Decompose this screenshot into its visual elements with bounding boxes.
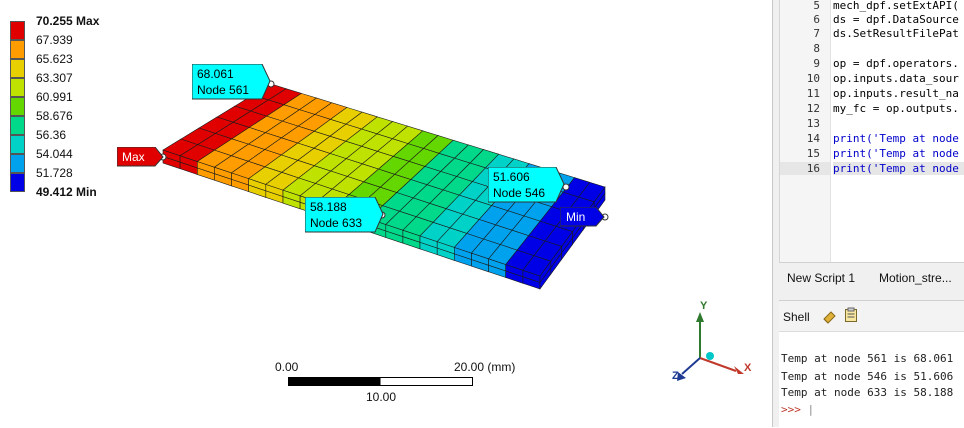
scale-end-label: 20.00 (mm) <box>454 360 516 374</box>
scripting-panel: 5 mech_dpf.setExtAPI( 6 ds = dpf.DataSou… <box>772 0 964 428</box>
legend-swatch <box>10 135 25 154</box>
probe-value: 68.061 <box>197 67 234 81</box>
code-line[interactable]: ds.SetResultFilePat <box>833 27 959 40</box>
code-line[interactable]: op.inputs.result_na <box>833 87 959 100</box>
shell-panel: Shell Temp at node 561 is 68.061 Temp at… <box>779 300 964 428</box>
scale-start-label: 0.00 <box>275 360 299 374</box>
code-line-current[interactable]: print('Temp at node <box>833 162 964 175</box>
legend-level: 65.623 <box>36 52 73 66</box>
legend-level: 60.991 <box>36 90 73 104</box>
line-number: 9 <box>813 57 820 70</box>
line-number: 8 <box>813 42 820 55</box>
legend-swatch <box>10 59 25 78</box>
probe-label-node-561[interactable]: 68.061 Node 561 <box>192 64 272 100</box>
scale-mid-label: 10.00 <box>366 390 397 404</box>
axis-triad-graphic <box>677 312 744 381</box>
graphics-viewport[interactable]: 70.255 Max 67.939 65.623 63.307 60.991 5… <box>0 0 772 427</box>
line-number: 10 <box>806 72 820 85</box>
probe-label-node-633[interactable]: 58.188 Node 633 <box>305 197 387 233</box>
max-tag-label: Max <box>122 150 145 164</box>
legend-swatch <box>10 78 25 97</box>
legend-swatch <box>10 116 25 135</box>
scale-bar: 0.00 20.00 (mm) 10.00 <box>275 360 520 410</box>
shell-output-line: Temp at node 561 is 68.061 <box>781 352 954 365</box>
shell-output-line: Temp at node 633 is 58.188 <box>781 386 954 399</box>
line-number: 6 <box>813 13 820 26</box>
axis-x-label: X <box>744 362 752 374</box>
line-number: 12 <box>806 102 820 115</box>
tab-motion-stre[interactable]: Motion_stre... <box>879 271 952 285</box>
eraser-icon[interactable] <box>821 308 837 324</box>
line-number: 11 <box>806 87 820 100</box>
line-number: 15 <box>806 147 820 160</box>
legend-swatch <box>10 21 25 40</box>
probe-node: Node 561 <box>197 83 250 97</box>
code-line[interactable]: my_fc = op.outputs. <box>833 102 959 115</box>
line-number-current: 16 <box>780 162 830 175</box>
legend-level: 63.307 <box>36 71 73 85</box>
legend-swatch <box>10 97 25 116</box>
shell-title: Shell <box>783 310 810 324</box>
axis-triad: Y X Z <box>664 298 764 393</box>
min-tag-label: Min <box>566 210 586 224</box>
clipboard-icon[interactable] <box>843 307 859 323</box>
probe-label-node-546[interactable]: 51.606 Node 546 <box>488 167 568 203</box>
line-number: 7 <box>813 27 820 40</box>
shell-input-line[interactable]: >>> | <box>781 403 814 416</box>
probe-value: 58.188 <box>310 200 347 214</box>
probe-node: Node 633 <box>310 216 363 230</box>
legend-swatch <box>10 154 25 173</box>
code-line[interactable]: ds = dpf.DataSource <box>833 13 959 26</box>
shell-header: Shell <box>779 301 964 332</box>
legend-level: 54.044 <box>36 147 73 161</box>
legend-level: 56.36 <box>36 128 67 142</box>
code-line[interactable]: op.inputs.data_sour <box>833 72 959 85</box>
legend-min-label: 49.412 Min <box>36 185 97 199</box>
axis-z-label: Z <box>672 370 679 382</box>
legend-level: 67.939 <box>36 33 73 47</box>
line-number: 5 <box>813 0 820 12</box>
code-line[interactable]: print('Temp at node <box>833 147 959 160</box>
code-line[interactable]: print('Temp at node <box>833 132 959 145</box>
code-line[interactable]: op = dpf.operators. <box>833 57 959 70</box>
legend-swatch <box>10 40 25 59</box>
script-tab-bar: New Script 1 Motion_stre... <box>779 262 964 293</box>
line-number: 13 <box>806 117 820 130</box>
probe-node: Node 546 <box>493 186 546 200</box>
code-line[interactable]: mech_dpf.setExtAPI( <box>833 0 959 12</box>
legend-level: 58.676 <box>36 109 73 123</box>
legend-max-label: 70.255 Max <box>36 14 100 28</box>
scale-bar-graphic <box>288 377 473 386</box>
line-number: 14 <box>806 132 820 145</box>
axis-y-label: Y <box>700 300 708 312</box>
max-tag[interactable]: Max <box>117 147 165 167</box>
script-editor[interactable]: 5 mech_dpf.setExtAPI( 6 ds = dpf.DataSou… <box>779 0 964 262</box>
legend-level: 51.728 <box>36 166 73 180</box>
tab-new-script-1[interactable]: New Script 1 <box>787 271 855 285</box>
shell-output-line: Temp at node 546 is 51.606 <box>781 370 954 383</box>
probe-value: 51.606 <box>493 170 530 184</box>
legend-swatch <box>10 173 25 192</box>
shell-prompt: >>> <box>781 403 801 416</box>
min-tag[interactable]: Min <box>560 207 608 227</box>
